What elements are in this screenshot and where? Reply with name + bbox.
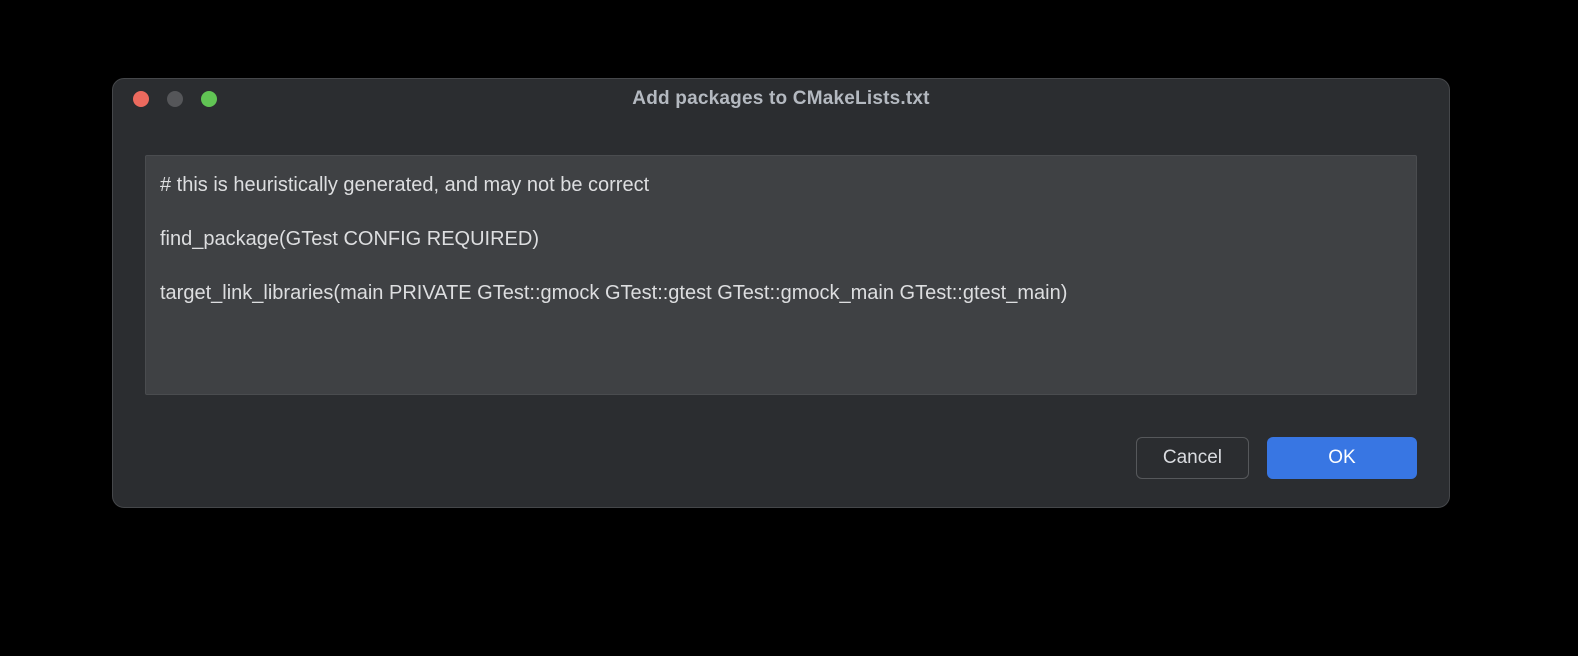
code-line: target_link_libraries(main PRIVATE GTest…: [160, 280, 1402, 307]
code-line: find_package(GTest CONFIG REQUIRED): [160, 226, 1402, 253]
titlebar: Add packages to CMakeLists.txt: [113, 79, 1449, 119]
window-zoom-icon[interactable]: [201, 91, 217, 107]
ok-button[interactable]: OK: [1267, 437, 1417, 479]
dialog-window: Add packages to CMakeLists.txt # this is…: [112, 78, 1450, 508]
code-panel[interactable]: # this is heuristically generated, and m…: [145, 155, 1417, 395]
traffic-lights: [133, 91, 217, 107]
code-blank: [160, 199, 1402, 226]
dialog-title: Add packages to CMakeLists.txt: [113, 88, 1449, 110]
code-blank: [160, 253, 1402, 280]
window-minimize-icon: [167, 91, 183, 107]
cancel-button[interactable]: Cancel: [1136, 437, 1249, 479]
dialog-body: # this is heuristically generated, and m…: [113, 119, 1449, 409]
button-row: Cancel OK: [113, 409, 1449, 507]
code-line: # this is heuristically generated, and m…: [160, 172, 1402, 199]
window-close-icon[interactable]: [133, 91, 149, 107]
